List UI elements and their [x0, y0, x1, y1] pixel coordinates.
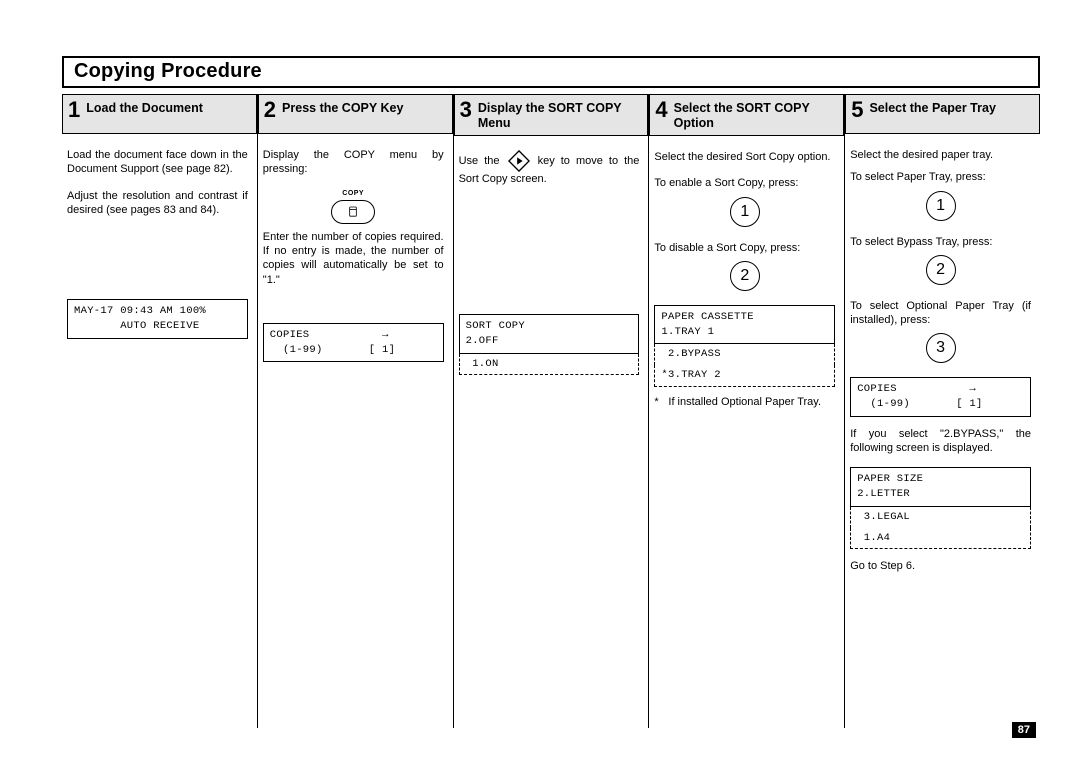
- step-column: 4 Select the SORT COPY Option Select the…: [649, 94, 845, 728]
- step-column: 3 Display the SORT COPY Menu Use the key…: [454, 94, 650, 728]
- paragraph: Use the key to move to the Sort Copy scr…: [459, 150, 640, 186]
- digit-2-icon: 2: [730, 261, 760, 291]
- step-body: Select the desired paper tray. To select…: [845, 134, 1040, 590]
- oval-button-icon: [331, 200, 375, 224]
- lcd-display: PAPER SIZE 2.LETTER: [850, 467, 1031, 506]
- digit-1-icon: 1: [926, 191, 956, 221]
- keypad-button: 1: [850, 189, 1031, 229]
- section-title-box: Copying Procedure: [62, 56, 1040, 88]
- step-body: Use the key to move to the Sort Copy scr…: [454, 136, 649, 387]
- arrow-key-icon: [508, 150, 530, 172]
- step-number: 4: [655, 99, 667, 121]
- digit-3-icon: 3: [926, 333, 956, 363]
- lcd-display-option: *3.TRAY 2: [654, 365, 835, 387]
- step-number: 2: [264, 99, 276, 121]
- keypad-button: 3: [850, 331, 1031, 371]
- step-number: 1: [68, 99, 80, 121]
- lcd-display: MAY-17 09:43 AM 100% AUTO RECEIVE: [67, 299, 248, 338]
- step-number: 5: [851, 99, 863, 121]
- paragraph: To enable a Sort Copy, press:: [654, 176, 835, 190]
- paragraph: Load the document face down in the Docum…: [67, 148, 248, 177]
- lcd-display-group: PAPER CASSETTE 1.TRAY 1 2.BYPASS *3.TRAY…: [654, 305, 835, 387]
- lcd-display: COPIES → (1-99) [ 1]: [850, 377, 1031, 416]
- paragraph: To select Bypass Tray, press:: [850, 235, 1031, 249]
- lcd-display-option: 2.BYPASS: [654, 344, 835, 365]
- paragraph: To select Optional Paper Tray (if instal…: [850, 299, 1031, 328]
- step-column: 2 Press the COPY Key Display the COPY me…: [258, 94, 454, 728]
- step-number: 3: [460, 99, 472, 121]
- lcd-display: PAPER CASSETTE 1.TRAY 1: [654, 305, 835, 344]
- paragraph: Display the COPY menu by pressing:: [263, 148, 444, 177]
- step-header: 2 Press the COPY Key: [258, 94, 453, 134]
- lcd-display-option: 3.LEGAL: [850, 507, 1031, 528]
- lcd-display-group: SORT COPY 2.OFF 1.ON: [459, 314, 640, 375]
- keypad-button: 2: [654, 259, 835, 299]
- copy-key-graphic: COPY: [263, 189, 444, 224]
- step-header: 3 Display the SORT COPY Menu: [454, 94, 649, 136]
- step-header: 5 Select the Paper Tray: [845, 94, 1040, 134]
- step-body: Load the document face down in the Docum…: [62, 134, 257, 347]
- paragraph: If you select "2.BYPASS," the following …: [850, 427, 1031, 456]
- lcd-display: COPIES → (1-99) [ 1]: [263, 323, 444, 362]
- step-title: Select the Paper Tray: [869, 99, 995, 116]
- step-body: Display the COPY menu by pressing: COPY …: [258, 134, 453, 370]
- step-title: Press the COPY Key: [282, 99, 403, 116]
- section-title: Copying Procedure: [74, 60, 1028, 83]
- step-title: Select the SORT COPY Option: [674, 99, 839, 131]
- step-header: 4 Select the SORT COPY Option: [649, 94, 844, 136]
- manual-page: Copying Procedure 1 Load the Document Lo…: [0, 0, 1080, 758]
- step-title: Load the Document: [86, 99, 203, 116]
- paragraph: Adjust the resolution and contrast if de…: [67, 189, 248, 218]
- paragraph: Go to Step 6.: [850, 559, 1031, 573]
- paragraph: Select the desired Sort Copy option.: [654, 150, 835, 164]
- keypad-button: 1: [654, 195, 835, 235]
- paragraph: Select the desired paper tray.: [850, 148, 1031, 162]
- step-header: 1 Load the Document: [62, 94, 257, 134]
- paragraph: To disable a Sort Copy, press:: [654, 241, 835, 255]
- footnote: * If installed Optional Paper Tray.: [654, 395, 835, 409]
- lcd-display: SORT COPY 2.OFF: [459, 314, 640, 353]
- digit-1-icon: 1: [730, 197, 760, 227]
- lcd-display-option: 1.A4: [850, 528, 1031, 550]
- step-title: Display the SORT COPY Menu: [478, 99, 643, 131]
- steps-row: 1 Load the Document Load the document fa…: [62, 94, 1040, 728]
- step-body: Select the desired Sort Copy option. To …: [649, 136, 844, 423]
- step-column: 5 Select the Paper Tray Select the desir…: [845, 94, 1040, 728]
- step-column: 1 Load the Document Load the document fa…: [62, 94, 258, 728]
- digit-2-icon: 2: [926, 255, 956, 285]
- paragraph: To select Paper Tray, press:: [850, 170, 1031, 184]
- lcd-display-group: PAPER SIZE 2.LETTER 3.LEGAL 1.A4: [850, 467, 1031, 549]
- page-number: 87: [1012, 722, 1036, 738]
- keypad-button: 2: [850, 253, 1031, 293]
- lcd-display-option: 1.ON: [459, 354, 640, 376]
- paragraph: Enter the number of copies required. If …: [263, 230, 444, 287]
- copy-key-icon: COPY: [331, 189, 375, 224]
